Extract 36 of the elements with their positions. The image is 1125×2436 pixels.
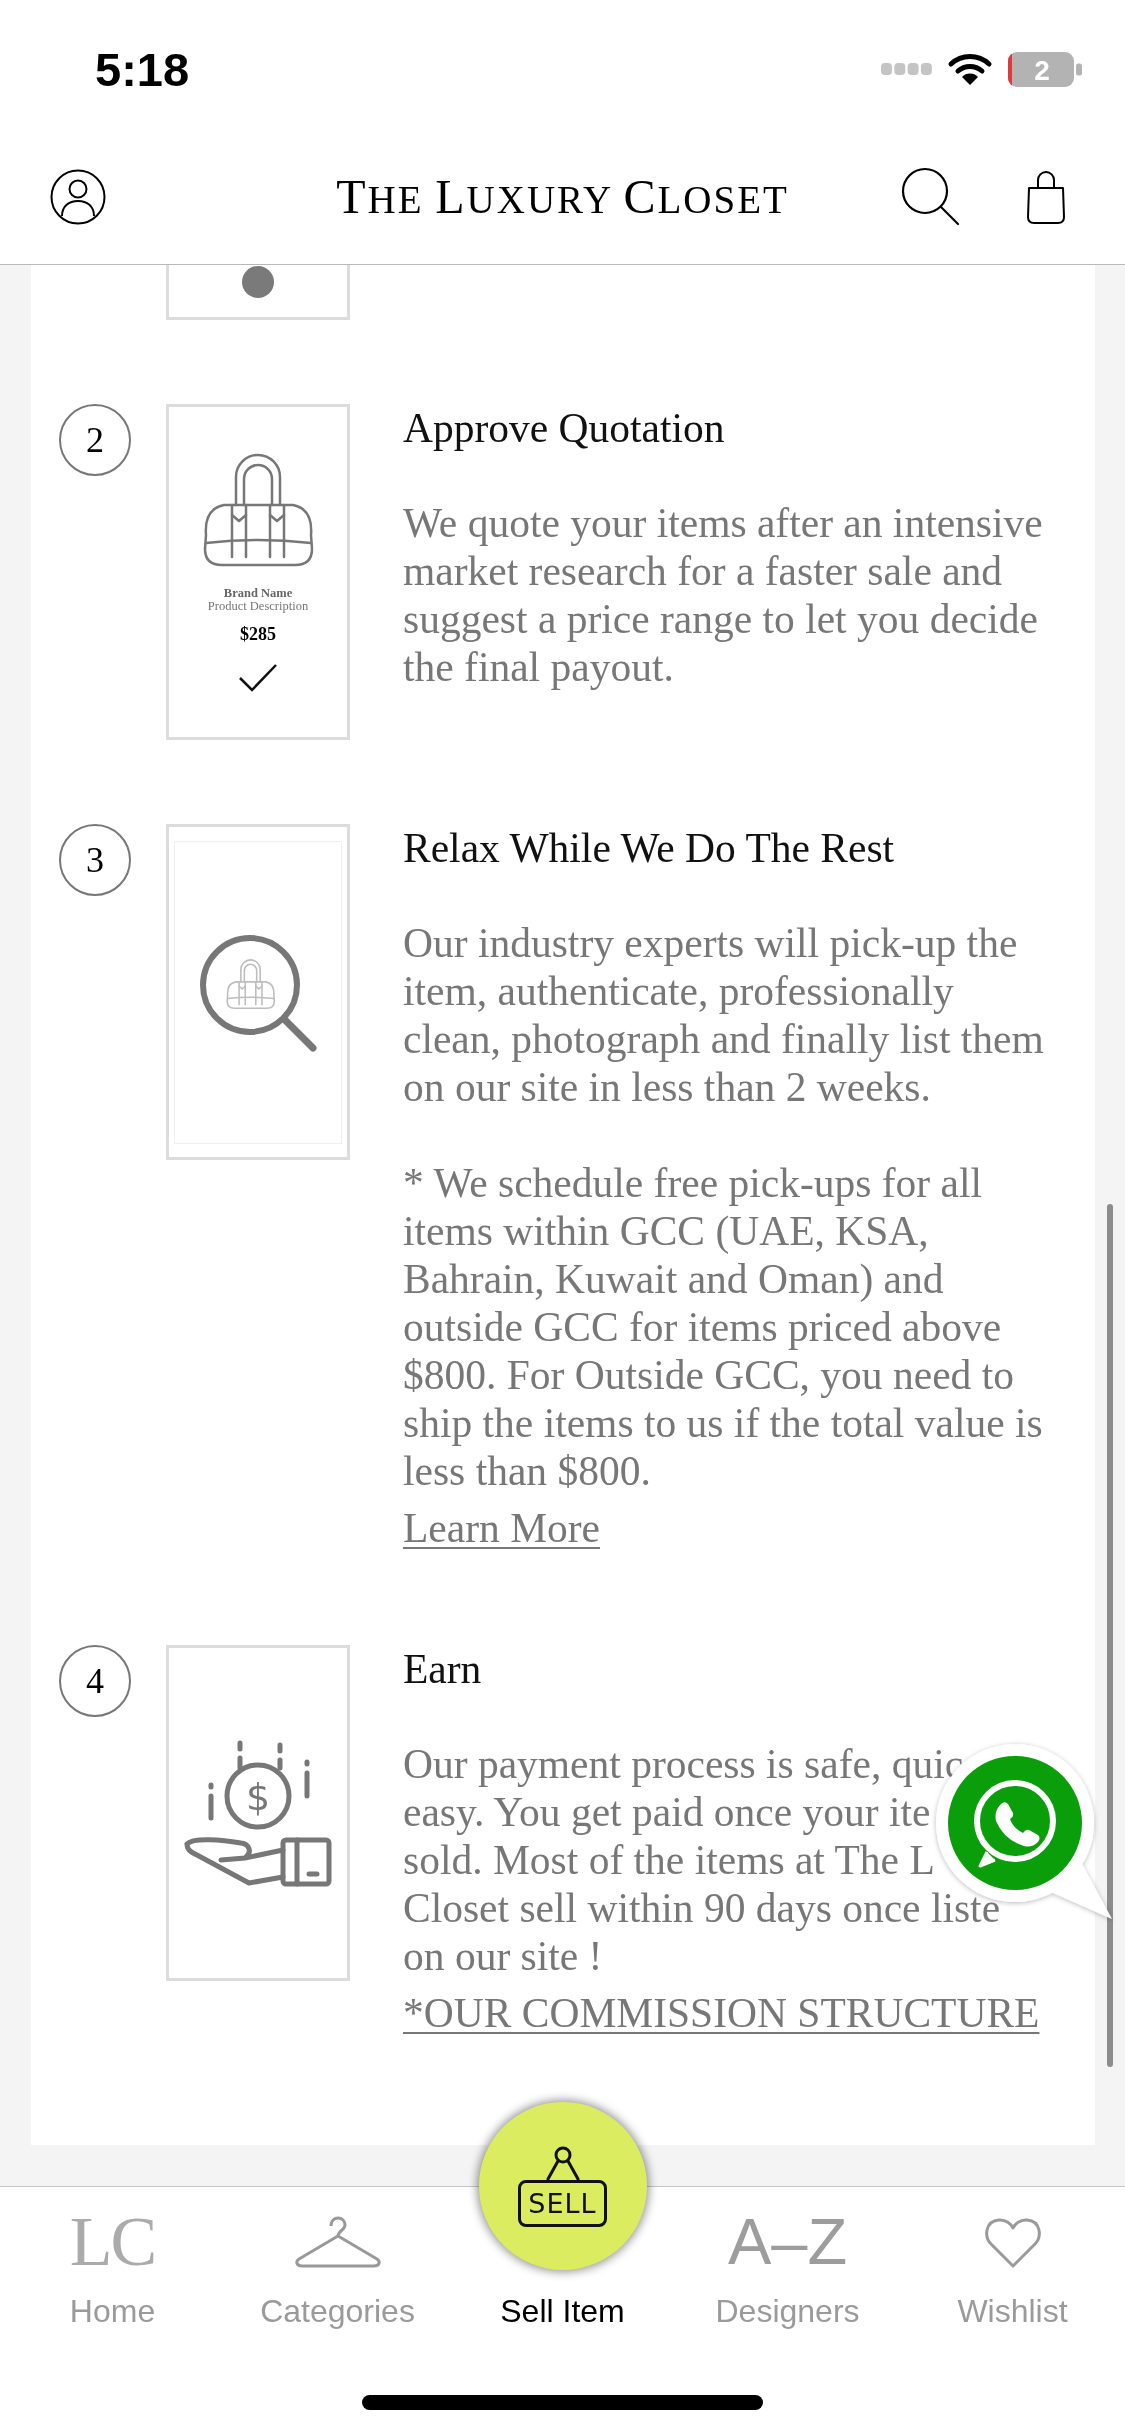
- nav-tab[interactable]: LC Home: [0, 2187, 225, 2328]
- step-number: 4: [59, 1645, 131, 1717]
- hanger-icon: [294, 2215, 381, 2269]
- step-title: Approve Quotation: [403, 404, 726, 452]
- step-description: Our payment process is safe, quic easy. You get paid once your ite sold. Most of the items at The L Closet sell within 90 days once liste on our site !: [403, 1740, 1001, 1980]
- brand-title: THE LUXURY CLOSET: [336, 173, 789, 221]
- heart-icon: [982, 2215, 1043, 2269]
- dot-icon: [242, 266, 274, 298]
- magnifier-bag-icon: [198, 933, 318, 1052]
- shopping-bag-icon[interactable]: [1025, 169, 1067, 225]
- step-number: 2: [59, 404, 131, 476]
- nav-tab[interactable]: Sell Item: [500, 2294, 625, 2328]
- step-title: Earn: [403, 1645, 483, 1693]
- step-description: Our industry experts will pick-up the item, authenticate, professionally clean, photograph and finally list them on our site in less than 2 weeks.: [403, 919, 1045, 1111]
- profile-icon[interactable]: [50, 169, 106, 225]
- price-text: $285: [240, 624, 276, 644]
- step-description: We quote your items after an intensive market research for a faster sale and suggest a price range to let you decide the final payout.: [403, 499, 1044, 691]
- monogram-logo: LC: [69, 2216, 156, 2268]
- phone-bubble-icon: [974, 1780, 1056, 1868]
- product-description: Product Description: [207, 600, 309, 613]
- sign-label: SELL: [518, 2179, 607, 2227]
- step-description: * We schedule free pick-ups for all items within GCC (UAE, KSA, Bahrain, Kuwait and Oman) and outside GCC for items priced above $800. For Outside GCC, you need to ship the items to us if the total value is less than $800.: [403, 1159, 1044, 1495]
- nav-tab[interactable]: Wishlist: [900, 2187, 1125, 2328]
- letters-glyph: A–Z: [727, 2216, 848, 2268]
- step-number: 3: [59, 824, 131, 896]
- check-icon: [238, 663, 278, 693]
- nav-tab[interactable]: A–Z Designers: [675, 2187, 900, 2328]
- step-title: Relax While We Do The Rest: [403, 824, 896, 872]
- wifi-icon: [947, 52, 993, 86]
- search-icon[interactable]: [901, 167, 961, 227]
- step-link[interactable]: *OUR COMMISSION STRUCTURE: [403, 1990, 1040, 2036]
- signal-icon: [881, 63, 932, 75]
- step-link[interactable]: Learn More: [403, 1505, 601, 1551]
- nav-tab[interactable]: Categories: [225, 2187, 450, 2328]
- status-time: 5:18: [95, 45, 190, 93]
- brand-name: Brand Name: [223, 587, 293, 600]
